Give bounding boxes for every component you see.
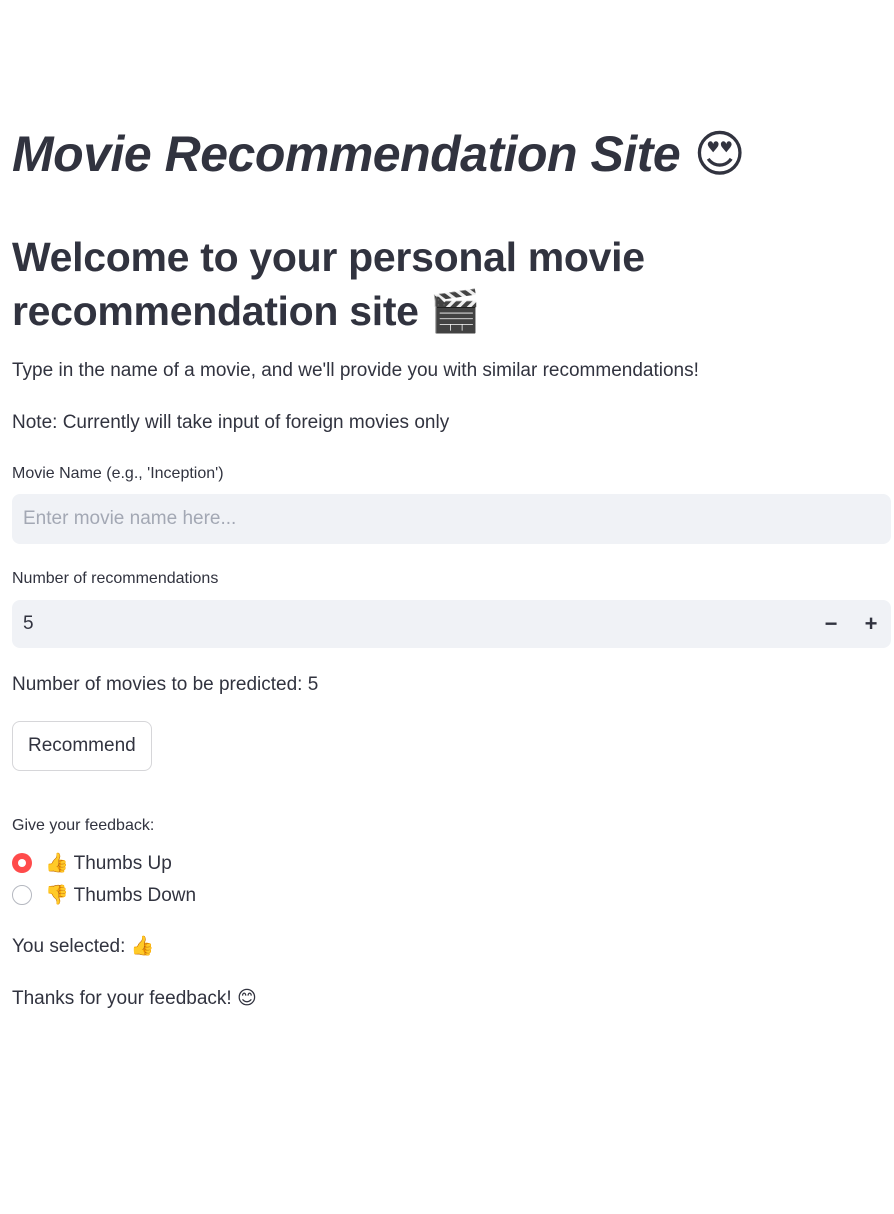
thumbs-up-icon: 👍 [45,852,69,874]
welcome-heading: Welcome to your personal movie recommend… [12,230,732,338]
intro-text: Type in the name of a movie, and we'll p… [12,360,699,381]
radio-thumbs-up-label: 👍 Thumbs Up [45,851,172,875]
recommend-button[interactable]: Recommend [12,721,152,771]
radio-unselected-indicator[interactable] [12,885,32,905]
thumbs-up-text: Thumbs Up [73,853,172,874]
movie-name-input[interactable] [12,494,891,544]
radio-thumbs-down[interactable]: 👎 Thumbs Down [12,882,196,908]
num-recommendations-label: Number of recommendations [12,570,219,587]
selected-thumbs-up-icon: 👍 [130,935,155,957]
selected-feedback-text: You selected: 👍 [12,933,154,960]
heart-eyes-emoji-icon: 😍 [693,125,746,183]
radio-thumbs-up[interactable]: 👍 Thumbs Up [12,850,172,876]
selected-feedback-prefix: You selected: [12,936,126,957]
page-title-text: Movie Recommendation Site [12,126,681,182]
note-text: Note: Currently will take input of forei… [12,412,450,433]
increment-button[interactable]: + [851,600,891,648]
feedback-label: Give your feedback: [12,817,155,834]
radio-selected-indicator[interactable] [12,853,32,873]
num-recommendations-stepper: 5 − + [12,600,891,648]
welcome-heading-text: Welcome to your personal movie recommend… [12,234,645,334]
thumbs-down-icon: 👎 [45,884,69,906]
page-title: Movie Recommendation Site 😍 [12,122,746,186]
num-recommendations-value[interactable]: 5 [12,613,811,635]
smiling-face-icon: 😊 [236,987,257,1009]
thumbs-down-text: Thumbs Down [73,885,197,906]
radio-thumbs-down-label: 👎 Thumbs Down [45,883,196,907]
thanks-text: Thanks for your feedback! 😊 [12,985,257,1012]
clapper-board-icon: 🎬 [429,287,481,335]
thanks-message: Thanks for your feedback! [12,988,232,1009]
movie-name-label: Movie Name (e.g., 'Inception') [12,465,224,482]
decrement-button[interactable]: − [811,600,851,648]
predicted-count-text: Number of movies to be predicted: 5 [12,674,319,695]
